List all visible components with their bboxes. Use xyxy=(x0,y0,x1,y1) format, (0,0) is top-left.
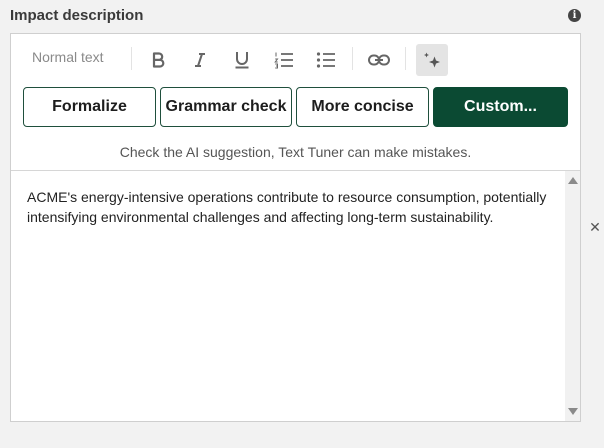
italic-icon xyxy=(195,53,205,67)
toolbar-separator xyxy=(405,47,406,70)
scrollbar[interactable] xyxy=(565,171,580,421)
text-style-select[interactable]: Normal text xyxy=(32,49,104,65)
info-icon[interactable]: i xyxy=(568,9,581,22)
impact-description-panel: Impact description i Normal text Formali… xyxy=(0,0,604,448)
italic-button[interactable] xyxy=(184,44,216,76)
ai-assistant-button[interactable] xyxy=(416,44,448,76)
bullet-list-icon xyxy=(316,52,335,68)
editor-toolbar: Normal text xyxy=(11,34,580,82)
ordered-list-icon xyxy=(274,52,293,69)
toolbar-separator xyxy=(131,47,132,70)
close-icon[interactable]: ✕ xyxy=(589,220,601,234)
more-concise-button[interactable]: More concise xyxy=(296,87,429,127)
ai-action-row: Formalize Grammar check More concise Cus… xyxy=(23,87,569,127)
grammar-check-button[interactable]: Grammar check xyxy=(160,87,292,127)
bold-icon xyxy=(152,52,165,68)
formalize-button[interactable]: Formalize xyxy=(23,87,156,127)
toolbar-separator xyxy=(352,47,353,70)
ai-disclaimer: Check the AI suggestion, Text Tuner can … xyxy=(119,144,472,160)
rich-text-editor: Normal text Formalize Grammar check More… xyxy=(10,33,581,422)
underline-icon xyxy=(235,52,249,69)
underline-button[interactable] xyxy=(226,44,258,76)
ai-sparkle-icon xyxy=(424,52,440,68)
scroll-up-icon[interactable] xyxy=(568,177,578,184)
link-icon xyxy=(368,54,390,66)
custom-button[interactable]: Custom... xyxy=(433,87,568,127)
divider xyxy=(11,170,580,171)
scroll-down-icon[interactable] xyxy=(568,408,578,415)
ordered-list-button[interactable] xyxy=(268,44,300,76)
field-label: Impact description xyxy=(10,7,144,24)
bold-button[interactable] xyxy=(142,44,174,76)
bullet-list-button[interactable] xyxy=(310,44,342,76)
link-button[interactable] xyxy=(363,44,395,76)
editor-content[interactable]: ACME's energy-intensive operations contr… xyxy=(27,187,557,227)
